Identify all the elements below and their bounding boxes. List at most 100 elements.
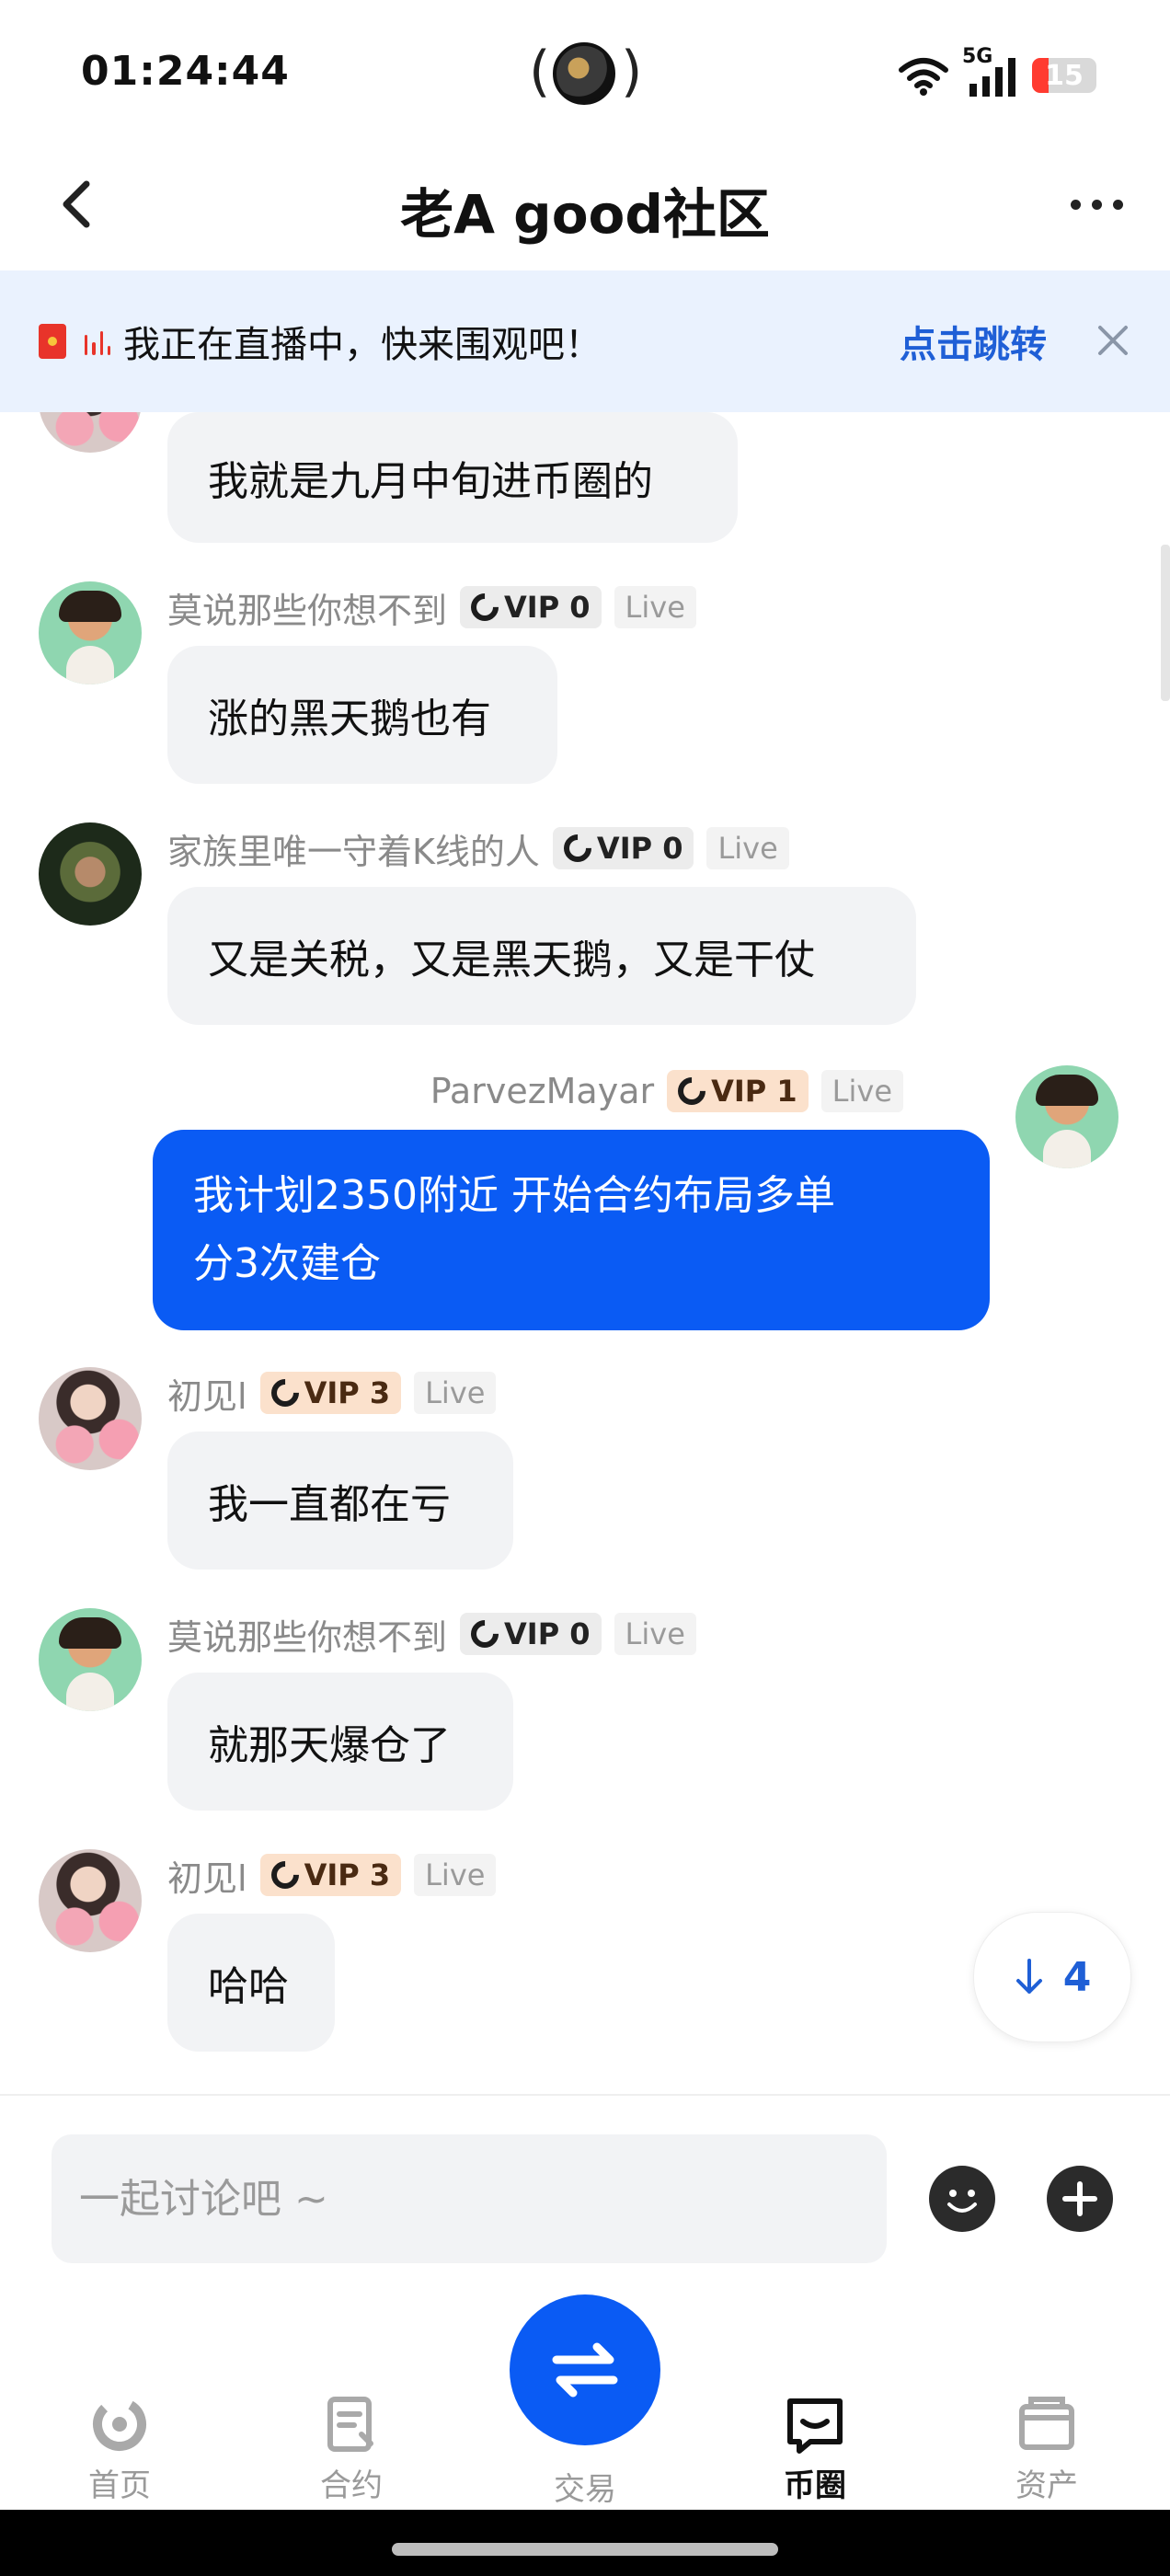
live-badge: Live — [706, 827, 789, 869]
username[interactable]: 莫说那些你想不到 — [167, 1609, 447, 1660]
audio-wave-icon — [85, 328, 110, 355]
vip-logo-icon — [465, 1614, 505, 1654]
status-bar: 01:24:44 ( ) 5G 15 — [0, 0, 1170, 138]
avatar[interactable] — [39, 581, 142, 684]
vip-logo-icon — [465, 587, 505, 627]
tab-trade-label: 交易 — [554, 2471, 616, 2508]
app-screen: 01:24:44 ( ) 5G 15 老A good社区 我正在直播中，快来围观… — [0, 0, 1170, 2576]
vip-level: VIP 0 — [596, 831, 683, 866]
vip-badge: VIP 0 — [460, 586, 602, 628]
tab-label: 资产 — [1015, 2467, 1078, 2504]
tab-label: 币圈 — [784, 2467, 846, 2504]
status-time: 01:24:44 — [81, 48, 290, 95]
status-icons: 5G 15 — [898, 45, 1096, 103]
arrow-down-icon — [1015, 1959, 1042, 1994]
home-indicator[interactable] — [392, 2543, 778, 2556]
live-activity-indicator[interactable]: ( ) — [529, 39, 643, 112]
message-header: 家族里唯一守着K线的人 VIP 0 Live — [167, 822, 789, 874]
live-badge: Live — [614, 1613, 696, 1655]
wifi-icon — [899, 58, 948, 96]
paren-left-icon: ( — [529, 40, 551, 104]
nav-bar: 老A good社区 — [0, 138, 1170, 270]
vip-badge: VIP 0 — [460, 1613, 602, 1655]
message-header: 莫说那些你想不到 VIP 0 Live — [167, 581, 696, 633]
my-message-bubble[interactable]: 我计划2350附近 开始合约布局多单 分3次建仓 — [153, 1130, 990, 1330]
vip-logo-icon — [265, 1855, 304, 1895]
vip-badge: VIP 0 — [552, 827, 694, 869]
avatar[interactable] — [39, 1608, 142, 1711]
signal-bars-icon — [969, 58, 1015, 97]
paren-right-icon: ) — [621, 40, 643, 104]
vip-level: VIP 0 — [504, 1616, 591, 1651]
live-badge: Live — [820, 1070, 903, 1112]
home-indicator-bar — [0, 2510, 1170, 2576]
battery-percent: 15 — [1045, 59, 1084, 92]
tab-label: 首页 — [88, 2467, 151, 2504]
chat-message-list[interactable]: 我就是九月中旬进币圈的 莫说那些你想不到 VIP 0 Live 涨的黑天鹅也有 … — [0, 412, 1170, 2096]
message-header: 初见l VIP 3 Live — [167, 1367, 497, 1419]
scrollbar[interactable] — [1161, 545, 1170, 701]
message-line: 我计划2350附近 开始合约布局多单 — [193, 1172, 835, 1219]
live-badge: Live — [414, 1372, 497, 1414]
avatar[interactable] — [1015, 1065, 1118, 1168]
jump-to-live-link[interactable]: 点击跳转 — [900, 315, 1047, 368]
new-messages-count: 4 — [1062, 1953, 1092, 2001]
tab-community[interactable]: 币圈 — [723, 2392, 907, 2505]
emoji-icon[interactable] — [929, 2166, 995, 2232]
avatar[interactable] — [39, 412, 142, 453]
username[interactable]: ParvezMayar — [430, 1071, 654, 1111]
vip-level: VIP 3 — [304, 1857, 391, 1892]
message-bubble[interactable]: 我就是九月中旬进币圈的 — [167, 412, 738, 543]
vip-logo-icon — [265, 1373, 304, 1413]
avatar[interactable] — [39, 1367, 142, 1470]
live-avatar — [553, 42, 615, 105]
vip-badge: VIP 3 — [259, 1854, 402, 1896]
new-messages-button[interactable]: 4 — [973, 1912, 1131, 2042]
page-title: 老A good社区 — [400, 183, 770, 246]
swap-icon — [552, 2342, 618, 2398]
more-options-icon[interactable] — [1060, 178, 1133, 230]
message-bubble[interactable]: 又是关税，又是黑天鹅，又是干仗 — [167, 887, 916, 1025]
live-banner-text: 我正在直播中，快来围观吧！ — [123, 324, 602, 366]
wallet-icon — [1019, 2397, 1074, 2450]
message-bubble[interactable]: 就那天爆仓了 — [167, 1673, 513, 1811]
add-icon[interactable] — [1047, 2166, 1113, 2232]
cellular-signal-icon: 5G — [962, 45, 1019, 98]
vip-badge: VIP 3 — [259, 1372, 402, 1414]
username[interactable]: 初见l — [167, 1368, 247, 1419]
avatar[interactable] — [39, 822, 142, 926]
vip-level: VIP 1 — [711, 1074, 797, 1109]
tab-contract[interactable]: 合约 — [259, 2392, 443, 2505]
message-composer — [0, 2096, 1170, 2326]
vip-logo-icon — [671, 1071, 712, 1111]
username[interactable]: 莫说那些你想不到 — [167, 582, 447, 633]
community-chat-icon — [787, 2398, 843, 2454]
vip-level: VIP 3 — [304, 1375, 391, 1410]
live-badge: Live — [614, 586, 696, 628]
close-icon[interactable] — [1091, 318, 1135, 362]
home-icon — [93, 2398, 146, 2451]
username[interactable]: 家族里唯一守着K线的人 — [167, 823, 540, 874]
bottom-tab-bar: 首页 合约 交易 币圈 资产 — [0, 2294, 1170, 2510]
message-header: ParvezMayar VIP 1 Live — [430, 1065, 903, 1117]
tab-assets[interactable]: 资产 — [955, 2392, 1139, 2505]
message-input[interactable] — [52, 2134, 887, 2263]
message-bubble[interactable]: 涨的黑天鹅也有 — [167, 646, 557, 784]
avatar[interactable] — [39, 1849, 142, 1952]
live-stream-banner[interactable]: 我正在直播中，快来围观吧！ 点击跳转 — [0, 270, 1170, 412]
battery-icon: 15 — [1032, 58, 1096, 93]
vip-logo-icon — [557, 828, 598, 868]
contract-icon — [327, 2397, 373, 2452]
message-line: 分3次建仓 — [193, 1240, 381, 1287]
tab-label: 合约 — [320, 2467, 383, 2504]
message-header: 莫说那些你想不到 VIP 0 Live — [167, 1608, 696, 1660]
message-bubble[interactable]: 我一直都在亏 — [167, 1432, 513, 1570]
message-bubble[interactable]: 哈哈 — [167, 1914, 335, 2052]
vip-badge: VIP 1 — [667, 1070, 809, 1112]
red-packet-icon — [39, 324, 66, 359]
tab-home[interactable]: 首页 — [28, 2392, 212, 2505]
vip-level: VIP 0 — [504, 590, 591, 625]
message-header: 初见l VIP 3 Live — [167, 1849, 497, 1901]
username[interactable]: 初见l — [167, 1850, 247, 1901]
trade-button[interactable] — [510, 2294, 660, 2445]
